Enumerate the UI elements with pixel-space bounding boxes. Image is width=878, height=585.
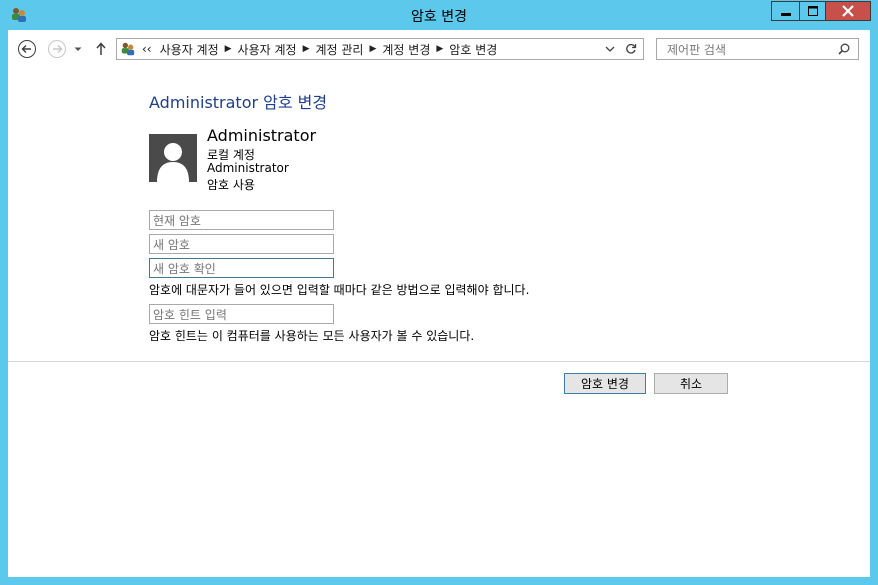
breadcrumb-item[interactable]: 사용자 계정 [160,41,219,58]
breadcrumb-separator-icon[interactable]: ▶ [303,44,310,54]
user-silhouette-icon [157,143,189,182]
refresh-button[interactable] [625,43,637,55]
close-button[interactable] [825,1,871,21]
divider [8,361,870,362]
case-sensitive-note: 암호에 대문자가 들어 있으면 입력할 때마다 같은 방법으로 입력해야 합니다… [149,283,530,297]
breadcrumb-separator-icon[interactable]: ▶ [225,44,232,54]
recent-pages-button[interactable] [71,39,85,59]
navigation-bar: ‹‹ 사용자 계정 ▶ 사용자 계정 ▶ 계정 관리 ▶ 계정 변경 ▶ 암호 … [8,30,870,70]
current-password-field[interactable] [149,210,334,230]
content-area: ‹‹ 사용자 계정 ▶ 사용자 계정 ▶ 계정 관리 ▶ 계정 변경 ▶ 암호 … [8,30,870,577]
breadcrumb-item[interactable]: 계정 변경 [382,41,430,58]
window-title: 암호 변경 [411,9,467,25]
minimize-icon [780,13,791,16]
avatar [149,134,197,182]
back-arrow-icon [18,40,36,58]
chevron-down-icon [74,47,82,51]
account-username: Administrator [207,161,289,175]
breadcrumb-separator-icon[interactable]: ▶ [369,44,376,54]
up-arrow-icon [96,42,106,55]
account-status: 암호 사용 [207,178,255,192]
hint-visibility-note: 암호 힌트는 이 컴퓨터를 사용하는 모든 사용자가 볼 수 있습니다. [149,329,475,343]
confirm-password-field[interactable] [149,258,334,278]
breadcrumb-item[interactable]: 사용자 계정 [238,41,297,58]
maximize-icon [807,6,818,16]
minimize-button[interactable] [771,1,800,21]
change-password-button[interactable]: 암호 변경 [564,373,646,394]
page-title: Administrator 암호 변경 [149,93,328,112]
search-icon[interactable] [838,43,850,55]
account-name: Administrator [207,126,317,145]
breadcrumb-separator-icon[interactable]: ▶ [436,44,443,54]
back-button[interactable] [17,39,37,59]
forward-button[interactable] [47,39,67,59]
breadcrumb-item[interactable]: 암호 변경 [449,41,497,58]
up-button[interactable] [93,39,109,59]
breadcrumb-overflow[interactable]: ‹‹ [142,42,152,56]
search-input[interactable]: 제어판 검색 [667,41,838,58]
refresh-icon [626,43,637,54]
title-bar[interactable]: 암호 변경 [0,0,878,30]
cancel-button[interactable]: 취소 [654,373,728,394]
search-box[interactable]: 제어판 검색 [656,38,859,60]
breadcrumb-item[interactable]: 계정 관리 [315,41,363,58]
new-password-field[interactable] [149,234,334,254]
address-dropdown-button[interactable] [605,44,615,54]
window: 암호 변경 ‹‹ 사용자 계정 ▶ 사용자 계정 ▶ 계정 관리 ▶ 계정 변경… [0,0,878,585]
user-accounts-icon [120,41,136,57]
close-icon [842,5,854,17]
forward-arrow-icon [48,40,66,58]
password-hint-field[interactable] [149,304,334,324]
maximize-button[interactable] [799,1,826,21]
address-bar[interactable]: ‹‹ 사용자 계정 ▶ 사용자 계정 ▶ 계정 관리 ▶ 계정 변경 ▶ 암호 … [116,38,644,60]
chevron-down-icon [605,46,615,52]
